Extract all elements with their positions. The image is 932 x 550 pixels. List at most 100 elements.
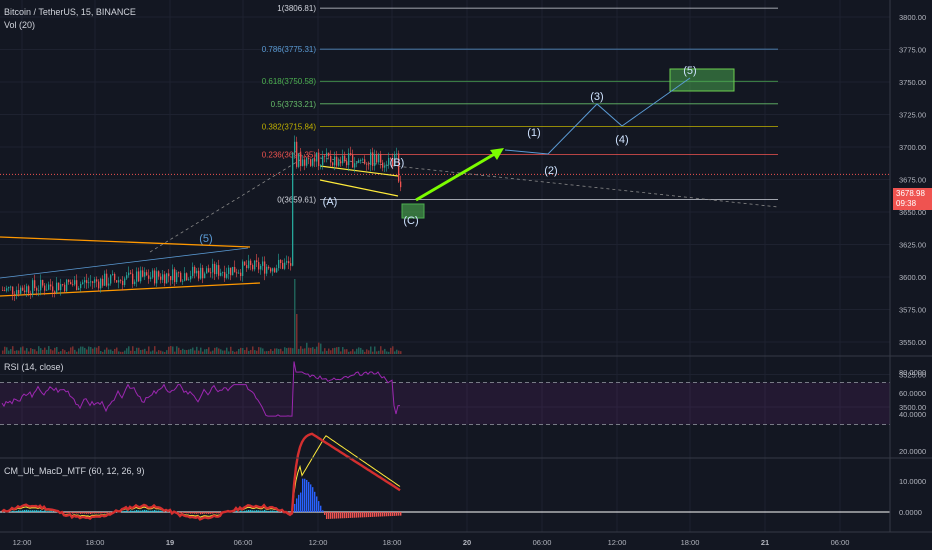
macd-histogram: [316, 496, 318, 512]
x-tick-label: 18:00: [681, 538, 700, 547]
x-tick-label: 12:00: [608, 538, 627, 547]
volume-bar: [58, 351, 60, 354]
macd-histogram: [202, 512, 204, 514]
volume-bar: [382, 350, 384, 354]
macd-histogram: [264, 509, 266, 512]
volume-bar: [66, 351, 68, 354]
volume-bar: [312, 347, 314, 354]
fib-label: 0.786(3775.31): [262, 45, 317, 54]
volume-bar: [134, 351, 136, 354]
x-tick-label: 18:00: [383, 538, 402, 547]
volume-bar: [368, 350, 370, 354]
candle-body: [256, 260, 258, 263]
macd-histogram: [344, 512, 346, 519]
volume-bar: [212, 350, 214, 354]
volume-bar: [188, 349, 190, 354]
candle-body: [236, 272, 238, 274]
candle-body: [130, 272, 132, 274]
y-tick-label: 3675.00: [899, 176, 926, 185]
macd-tick: 10.0000: [899, 477, 926, 486]
volume-bar: [120, 351, 122, 354]
candle-body: [32, 280, 34, 295]
volume-bar: [8, 350, 10, 354]
macd-histogram: [24, 509, 26, 512]
macd-histogram: [302, 478, 304, 512]
volume-bar: [380, 346, 382, 354]
volume-bar: [60, 351, 62, 354]
volume-bar: [64, 350, 66, 354]
macd-histogram: [66, 512, 68, 514]
candle-body: [184, 273, 186, 281]
candle-body: [320, 165, 322, 167]
wave-path: [504, 77, 691, 155]
macd-histogram: [32, 510, 34, 512]
macd-histogram: [144, 509, 146, 512]
x-tick-label: 19: [166, 538, 174, 547]
candle-body: [272, 268, 274, 272]
macd-histogram: [376, 512, 378, 517]
x-tick-label: 21: [761, 538, 769, 547]
macd-histogram: [64, 512, 66, 513]
macd-histogram: [346, 512, 348, 519]
volume-bar: [250, 349, 252, 354]
candle-body: [344, 155, 346, 162]
macd-histogram: [124, 510, 126, 512]
volume-bar: [116, 347, 118, 354]
candle-body: [396, 153, 398, 155]
volume-bar: [388, 351, 390, 354]
candle-body: [166, 273, 168, 284]
volume-bar: [108, 349, 110, 354]
volume-bar: [100, 350, 102, 354]
candlesticks: [2, 135, 402, 302]
macd-histogram: [156, 510, 158, 512]
candle-body: [160, 276, 162, 280]
volume-bar: [306, 342, 308, 354]
macd-histogram: [182, 512, 184, 513]
x-tick-label: 06:00: [831, 538, 850, 547]
macd-histogram: [106, 512, 108, 514]
candle-body: [336, 156, 338, 166]
candle-body: [240, 272, 242, 277]
macd-histogram: [94, 512, 96, 514]
macd-histogram: [276, 510, 278, 512]
candle-body: [186, 273, 188, 281]
candle-body: [42, 279, 44, 286]
volume-bar: [230, 346, 232, 354]
candle-body: [106, 273, 108, 286]
macd-histogram: [258, 510, 260, 512]
macd-histogram: [274, 510, 276, 512]
candle-body: [10, 286, 12, 288]
volume-bar: [394, 351, 396, 354]
macd-histogram: [26, 509, 28, 512]
macd-histogram: [70, 512, 72, 513]
candle-body: [238, 272, 240, 274]
candle-body: [54, 291, 56, 293]
candle-body: [370, 152, 372, 166]
volume-bar: [42, 349, 44, 354]
macd-histogram: [308, 481, 310, 512]
volume-bar: [68, 351, 70, 354]
candle-body: [124, 278, 126, 286]
candle-body: [58, 282, 60, 291]
candle-body: [360, 160, 362, 161]
volume-bar: [268, 351, 270, 354]
volume-bar: [356, 348, 358, 354]
macd-histogram: [68, 512, 70, 514]
volume-bar: [396, 349, 398, 354]
candle-body: [60, 284, 62, 291]
flag-upper: [319, 165, 399, 177]
volume-bar: [200, 347, 202, 354]
volume-bar: [208, 347, 210, 354]
candle-body: [38, 290, 40, 292]
volume-bar: [232, 350, 234, 354]
macd-histogram: [304, 478, 306, 512]
volume-bar: [14, 350, 16, 354]
candle-body: [74, 280, 76, 285]
macd-histogram: [218, 512, 220, 514]
macd-histogram: [152, 510, 154, 512]
macd-histogram: [348, 512, 350, 518]
candle-body: [350, 153, 352, 155]
volume-bar: [206, 349, 208, 354]
volume-bar: [262, 348, 264, 354]
candle-body: [218, 265, 220, 276]
